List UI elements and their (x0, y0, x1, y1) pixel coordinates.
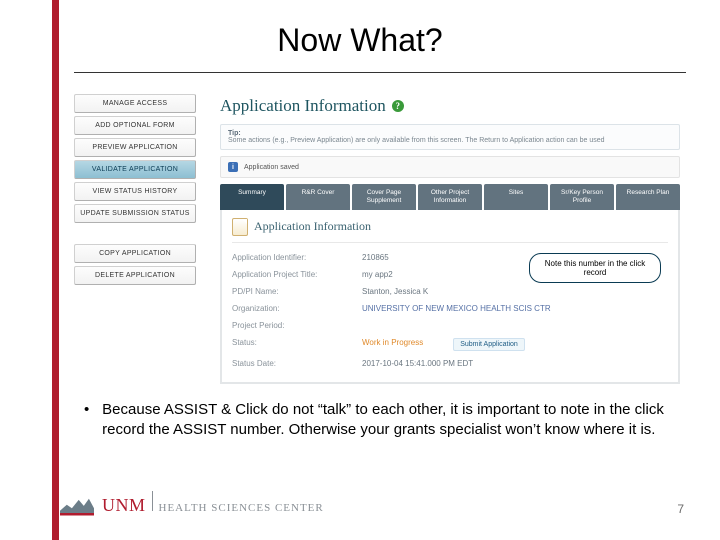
label-organization: Organization: (232, 304, 362, 313)
tab-cover-page-supplement[interactable]: Cover Page Supplement (352, 184, 416, 210)
delete-application-button[interactable]: DELETE APPLICATION (74, 266, 196, 285)
value-status: Work in Progress (362, 338, 423, 351)
label-status-date: Status Date: (232, 359, 362, 368)
application-screenshot: MANAGE ACCESS ADD OPTIONAL FORM PREVIEW … (74, 88, 686, 378)
add-optional-form-button[interactable]: ADD OPTIONAL FORM (74, 116, 196, 135)
row-status-date: Status Date: 2017-10-04 15:41.000 PM EDT (232, 355, 668, 372)
tip-text: Some actions (e.g., Preview Application)… (228, 137, 605, 144)
saved-bar: i Application saved (220, 156, 680, 178)
slide-title: Now What? (0, 22, 720, 59)
tip-label: Tip: (228, 130, 241, 137)
saved-text: Application saved (244, 164, 299, 171)
label-status: Status: (232, 338, 362, 351)
application-panel: Application Information ? Tip: Some acti… (214, 88, 686, 378)
form-heading-text: Application Information (254, 219, 371, 234)
tab-srkey-person[interactable]: Sr/Key Person Profile (550, 184, 614, 210)
row-organization: Organization: UNIVERSITY OF NEW MEXICO H… (232, 300, 668, 317)
logo-unm: UNM (102, 495, 146, 516)
tab-sites[interactable]: Sites (484, 184, 548, 210)
bullet-marker: • (84, 400, 98, 420)
view-status-history-button[interactable]: VIEW STATUS HISTORY (74, 182, 196, 201)
page-number: 7 (677, 502, 684, 516)
manage-access-button[interactable]: MANAGE ACCESS (74, 94, 196, 113)
sidebar-actions-secondary: COPY APPLICATION DELETE APPLICATION (74, 244, 196, 285)
update-submission-status-button[interactable]: UPDATE SUBMISSION STATUS (74, 204, 196, 223)
callout-note-number: Note this number in the click record (529, 253, 661, 283)
footer-logo-text: UNM HEALTH SCIENCES CENTER (102, 491, 324, 516)
value-pdpi-name: Stanton, Jessica K (362, 287, 428, 296)
tab-research-plan[interactable]: Research Plan (616, 184, 680, 210)
submit-application-button[interactable]: Submit Application (453, 338, 525, 351)
label-project-title: Application Project Title: (232, 270, 362, 279)
bullet-text: Because ASSIST & Click do not “talk” to … (102, 400, 682, 441)
tab-summary[interactable]: Summary (220, 184, 284, 210)
form-heading: Application Information (232, 218, 668, 243)
label-pdpi-name: PD/PI Name: (232, 287, 362, 296)
logo-hsc: HEALTH SCIENCES CENTER (159, 502, 324, 514)
value-status-date: 2017-10-04 15:41.000 PM EDT (362, 359, 473, 368)
panel-title: Application Information ? (214, 88, 686, 120)
row-project-period: Project Period: (232, 317, 668, 334)
callout-text: Note this number in the click record (545, 259, 646, 277)
value-app-identifier: 210865 (362, 253, 389, 262)
row-pdpi-name: PD/PI Name: Stanton, Jessica K (232, 283, 668, 300)
footer-logo: UNM HEALTH SCIENCES CENTER (60, 491, 324, 516)
label-app-identifier: Application Identifier: (232, 253, 362, 262)
copy-application-button[interactable]: COPY APPLICATION (74, 244, 196, 263)
tab-rr-cover[interactable]: R&R Cover (286, 184, 350, 210)
bullet-paragraph: • Because ASSIST & Click do not “talk” t… (84, 400, 684, 441)
title-underline (74, 72, 686, 73)
value-project-title: my app2 (362, 270, 393, 279)
info-icon: i (228, 162, 238, 172)
preview-application-button[interactable]: PREVIEW APPLICATION (74, 138, 196, 157)
unm-logo-icon (60, 492, 94, 516)
tab-other-project-info[interactable]: Other Project Information (418, 184, 482, 210)
form-box: Application Information Application Iden… (220, 210, 680, 384)
tab-bar: Summary R&R Cover Cover Page Supplement … (220, 184, 680, 210)
label-project-period: Project Period: (232, 321, 362, 330)
logo-divider (152, 491, 153, 511)
help-icon[interactable]: ? (392, 100, 404, 112)
panel-title-text: Application Information (220, 96, 386, 116)
sidebar-actions-primary: MANAGE ACCESS ADD OPTIONAL FORM PREVIEW … (74, 94, 196, 223)
row-status: Status: Work in Progress Submit Applicat… (232, 334, 668, 355)
tip-box: Tip: Some actions (e.g., Preview Applica… (220, 124, 680, 150)
value-organization: UNIVERSITY OF NEW MEXICO HEALTH SCIS CTR (362, 304, 551, 313)
validate-application-button[interactable]: VALIDATE APPLICATION (74, 160, 196, 179)
accent-bar (52, 0, 59, 540)
document-icon (232, 218, 248, 236)
